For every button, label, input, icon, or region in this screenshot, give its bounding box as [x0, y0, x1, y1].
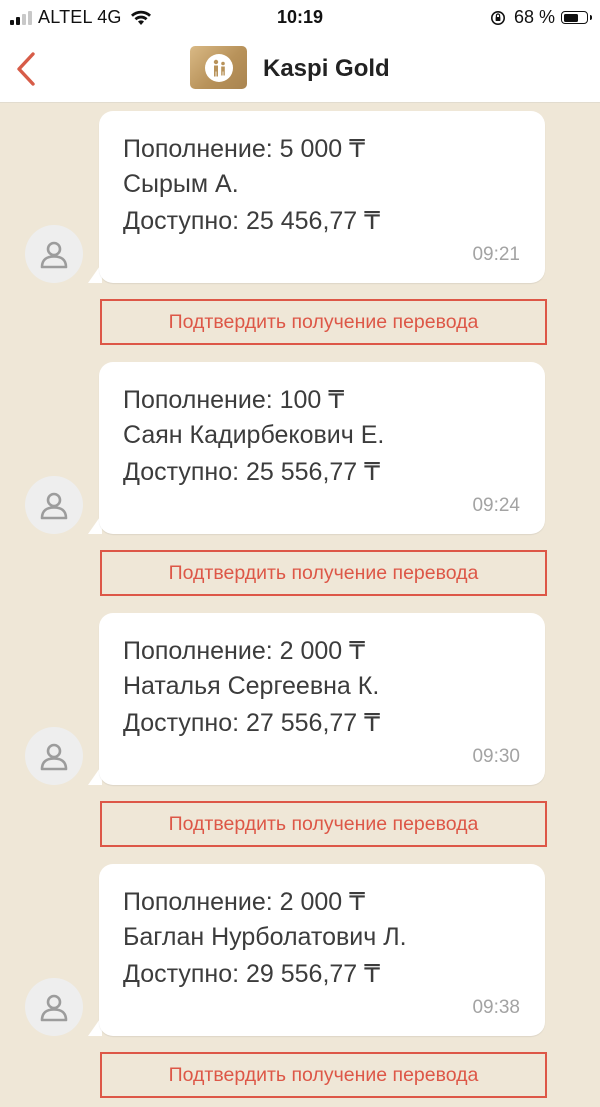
sender-name: Наталья Сергеевна К. [123, 672, 380, 700]
battery-percent: 68 % [513, 7, 555, 27]
avatar [25, 225, 83, 283]
battery-icon [561, 11, 592, 24]
chevron-left-icon [17, 52, 35, 86]
sender-name: Саян Кадирбекович Е. [123, 421, 385, 449]
chat-header: Kaspi Gold [0, 36, 600, 103]
status-bar: ALTEL 4G 10:19 68 % [0, 0, 600, 36]
user-icon [40, 743, 68, 771]
message-bubble: Пополнение: 2 000 ₸ Баглан Нурболатович … [99, 864, 545, 1036]
status-right: 68 % [490, 7, 592, 28]
deposit-amount: Пополнение: 5 000 ₸ [123, 135, 366, 163]
orientation-lock-icon [490, 10, 506, 26]
page-title: Kaspi Gold [263, 55, 390, 82]
user-icon [40, 492, 68, 520]
message-item: Пополнение: 2 000 ₸ Баглан Нурболатович … [0, 856, 600, 1107]
message-list[interactable]: Пополнение: 5 000 ₸ Сырым А. Доступно: 2… [0, 103, 600, 1098]
deposit-amount: Пополнение: 2 000 ₸ [123, 637, 366, 665]
deposit-amount: Пополнение: 100 ₸ [123, 386, 345, 414]
message-item: Пополнение: 2 000 ₸ Наталья Сергеевна К.… [0, 605, 600, 856]
message-item: Пополнение: 5 000 ₸ Сырым А. Доступно: 2… [0, 103, 600, 354]
confirm-transfer-button[interactable]: Подтвердить получение перевода [100, 299, 547, 345]
available-balance: Доступно: 25 556,77 ₸ [123, 458, 381, 486]
message-item: Пополнение: 100 ₸ Саян Кадирбекович Е. Д… [0, 354, 600, 605]
message-bubble: Пополнение: 100 ₸ Саян Кадирбекович Е. Д… [99, 362, 545, 534]
available-balance: Доступно: 25 456,77 ₸ [123, 207, 381, 235]
battery-fill [563, 13, 579, 22]
available-balance: Доступно: 27 556,77 ₸ [123, 709, 381, 737]
kaspi-logo-icon [190, 46, 247, 89]
confirm-transfer-button[interactable]: Подтвердить получение перевода [100, 550, 547, 596]
avatar [25, 727, 83, 785]
message-time: 09:30 [472, 746, 520, 767]
sender-name: Баглан Нурболатович Л. [123, 923, 407, 951]
user-icon [40, 994, 68, 1022]
avatar [25, 978, 83, 1036]
user-icon [40, 241, 68, 269]
message-bubble: Пополнение: 5 000 ₸ Сырым А. Доступно: 2… [99, 111, 545, 283]
message-time: 09:24 [472, 495, 520, 516]
confirm-transfer-button[interactable]: Подтвердить получение перевода [100, 801, 547, 847]
available-balance: Доступно: 29 556,77 ₸ [123, 960, 381, 988]
message-time: 09:38 [472, 997, 520, 1018]
avatar [25, 476, 83, 534]
deposit-amount: Пополнение: 2 000 ₸ [123, 888, 366, 916]
sender-name: Сырым А. [123, 170, 239, 198]
back-button[interactable] [8, 47, 44, 91]
confirm-transfer-button[interactable]: Подтвердить получение перевода [100, 1052, 547, 1098]
message-time: 09:21 [472, 244, 520, 265]
message-bubble: Пополнение: 2 000 ₸ Наталья Сергеевна К.… [99, 613, 545, 785]
